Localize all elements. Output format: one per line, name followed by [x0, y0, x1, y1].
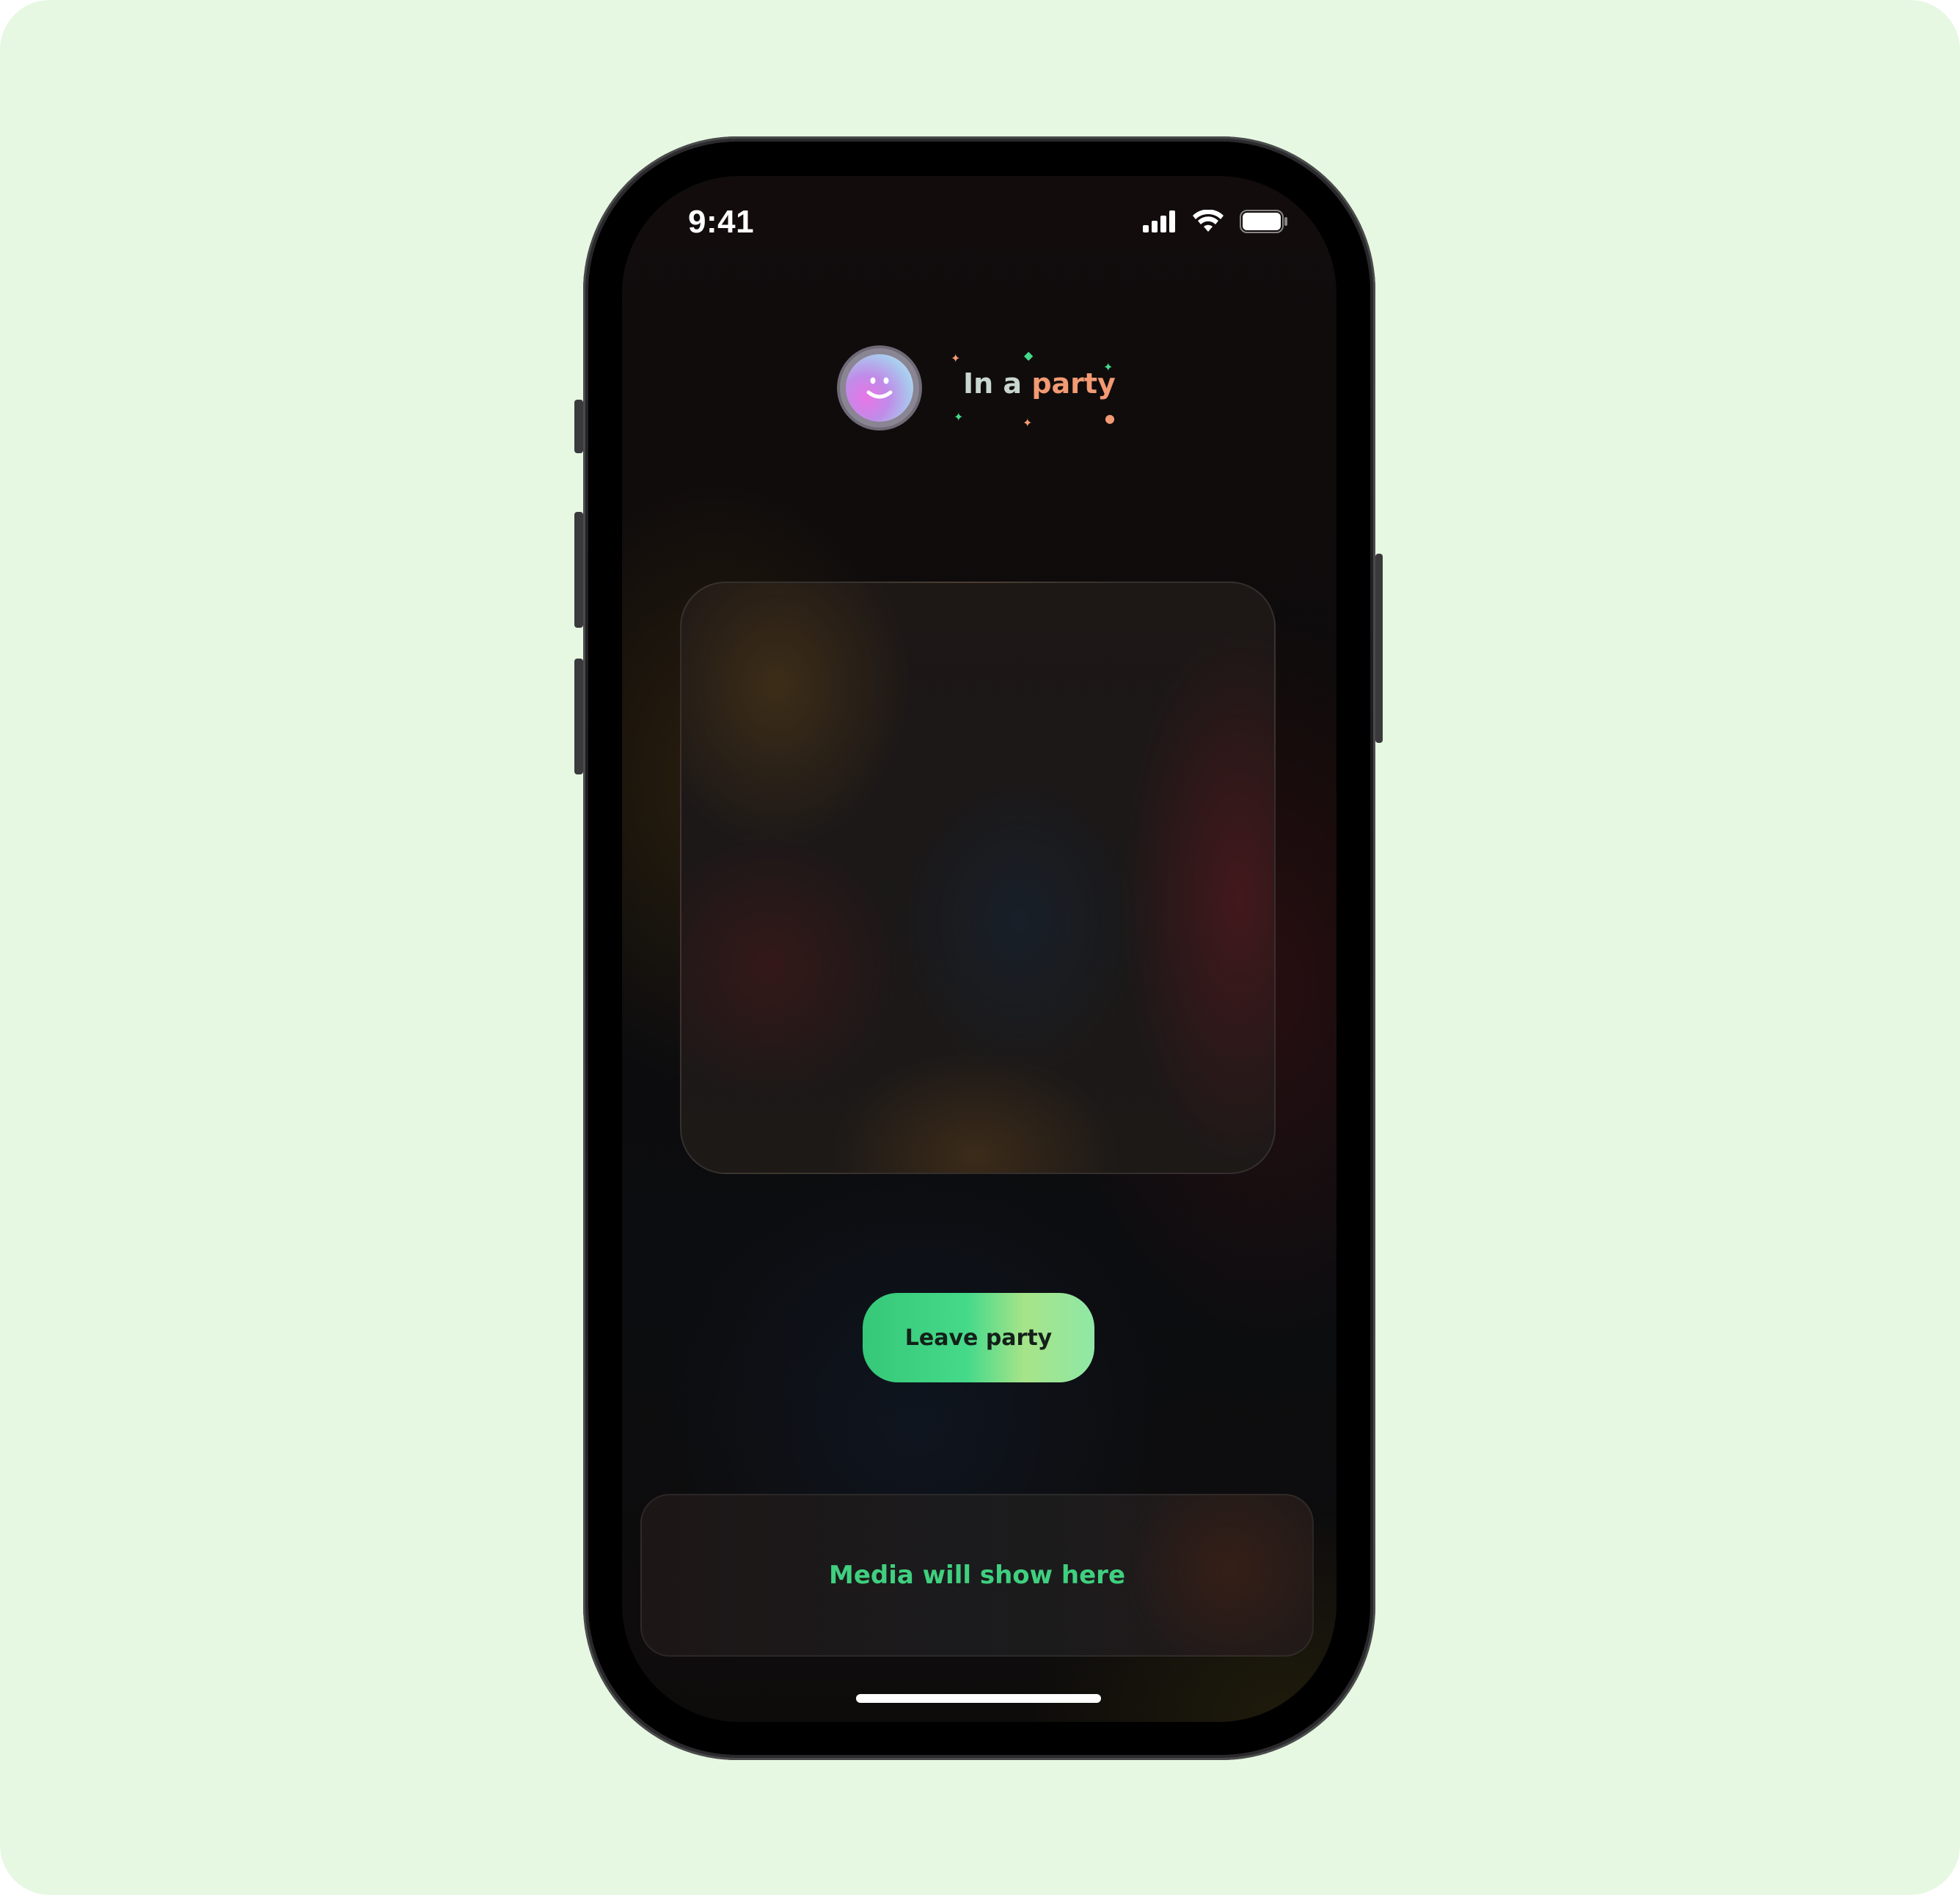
party-status-prefix: In a	[963, 367, 1023, 400]
party-status-highlight: party	[1031, 367, 1116, 400]
media-placeholder-text: Media will show here	[828, 1561, 1125, 1590]
leave-party-button[interactable]: Leave party	[863, 1293, 1094, 1382]
wifi-icon	[1193, 209, 1224, 236]
status-time: 9:41	[688, 204, 755, 240]
party-header: ✦ ◆ ✦ ✦ ✦ ● In a party	[622, 348, 1336, 436]
phone-screen: 9:41 ✦ ◆ ✦ ✦ ✦ ● In a party Leave party …	[622, 176, 1336, 1722]
volume-up-button	[574, 512, 583, 628]
sparkle-icon: ●	[1105, 411, 1115, 425]
cellular-signal-icon	[1143, 210, 1177, 235]
sparkle-icon: ✦	[951, 351, 961, 365]
mute-switch	[574, 400, 583, 453]
power-button	[1375, 554, 1383, 743]
battery-icon	[1240, 210, 1288, 236]
avatar[interactable]	[840, 348, 919, 428]
volume-down-button	[574, 659, 583, 774]
media-preview-card	[680, 582, 1276, 1174]
sparkle-icon: ◆	[1024, 348, 1034, 362]
smiley-avatar-icon	[846, 354, 913, 422]
home-indicator[interactable]	[856, 1694, 1101, 1703]
status-icons	[1143, 209, 1288, 236]
media-placeholder-bar: Media will show here	[640, 1494, 1314, 1657]
sparkle-icon: ✦	[954, 410, 964, 424]
party-status-label: In a party	[963, 367, 1116, 400]
sparkle-icon: ✦	[1023, 416, 1033, 430]
